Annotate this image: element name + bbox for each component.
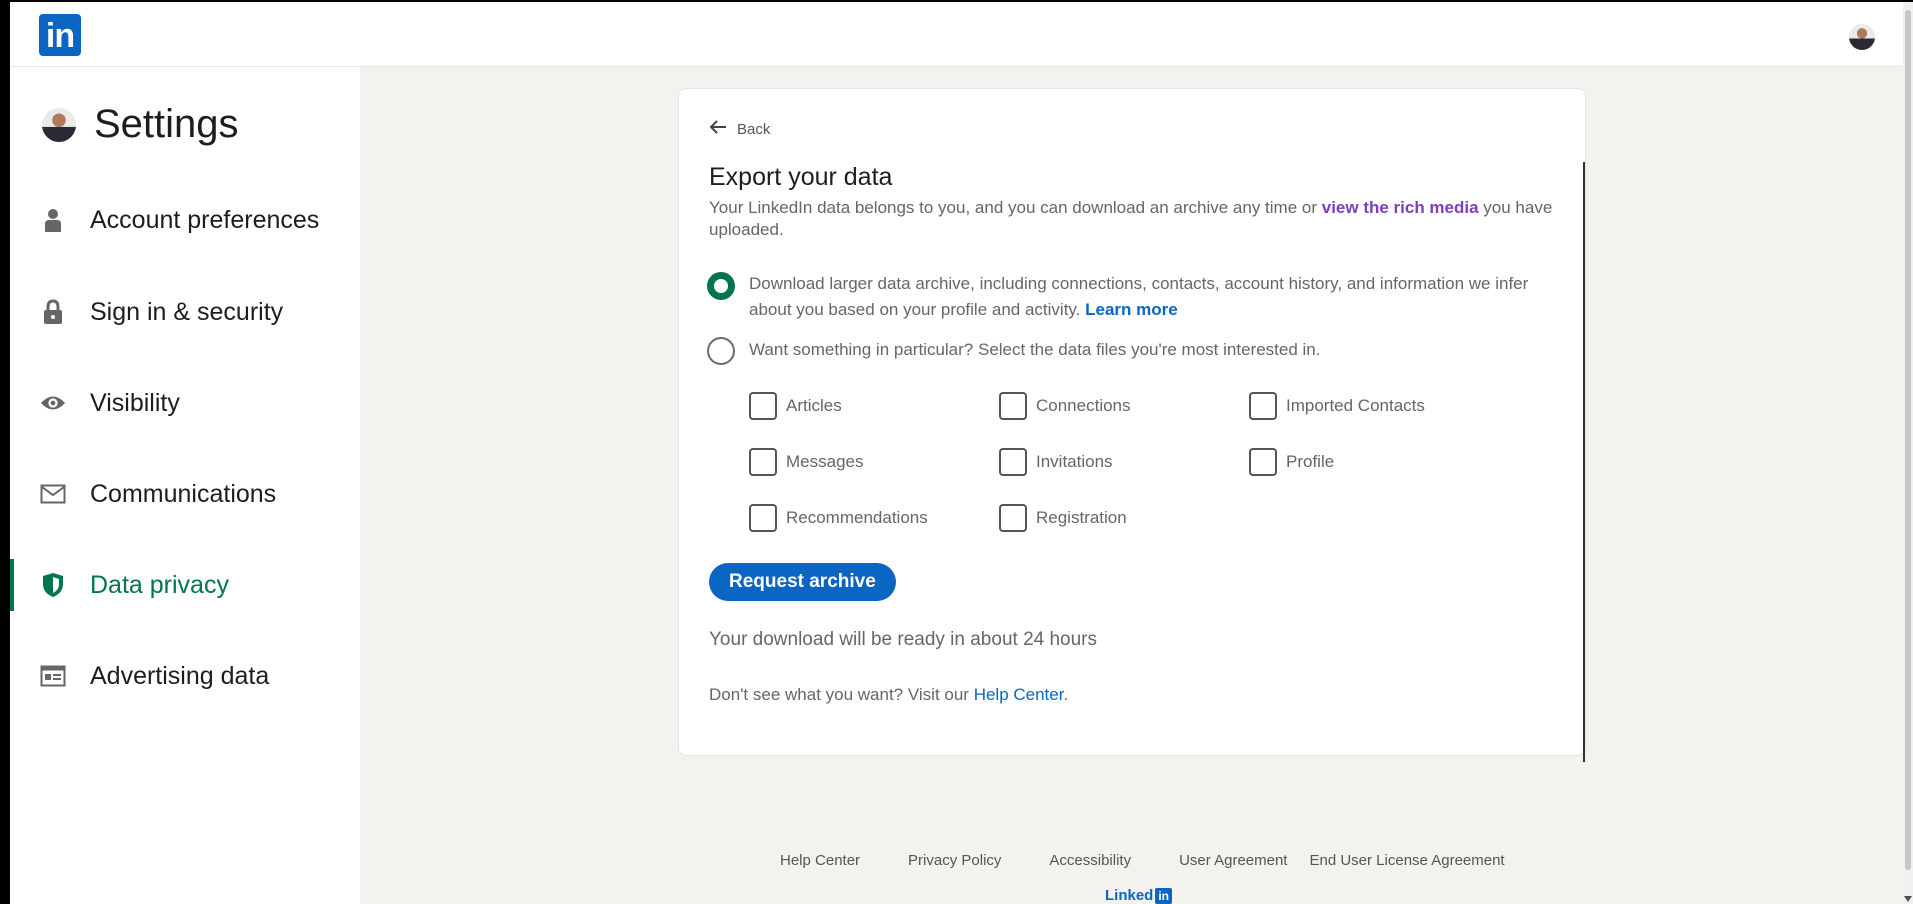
sidebar-item-label: Data privacy bbox=[90, 570, 229, 599]
card-divider bbox=[1583, 162, 1585, 762]
scrollbar-thumb[interactable] bbox=[1905, 10, 1911, 870]
checkbox-invitations[interactable]: Invitations bbox=[999, 448, 1113, 476]
checkbox-box[interactable] bbox=[999, 448, 1027, 476]
checkbox-recommendations[interactable]: Recommendations bbox=[749, 504, 928, 532]
checkbox-label: Profile bbox=[1286, 452, 1335, 471]
envelope-icon bbox=[40, 481, 66, 507]
footer-help-center-link[interactable]: Help Center bbox=[780, 852, 860, 869]
request-archive-button[interactable]: Request archive bbox=[709, 563, 896, 601]
top-navigation-bar: in bbox=[10, 2, 1903, 67]
footer-links: Help Center Privacy Policy Accessibility… bbox=[780, 852, 1553, 869]
page-scrollbar[interactable] bbox=[1903, 2, 1913, 904]
sidebar-item-label: Account preferences bbox=[90, 205, 320, 234]
intro-text-part: Your LinkedIn data belongs to you, and y… bbox=[709, 198, 1322, 217]
view-rich-media-link[interactable]: view the rich media bbox=[1322, 198, 1479, 217]
sidebar-item-label: Communications bbox=[90, 479, 277, 508]
checkbox-label: Articles bbox=[786, 396, 842, 415]
linkedin-logo-icon[interactable]: in bbox=[39, 14, 81, 56]
help-center-link[interactable]: Help Center bbox=[974, 685, 1064, 704]
checkbox-label: Imported Contacts bbox=[1286, 396, 1425, 415]
sidebar-item-sign-in-security[interactable]: Sign in & security bbox=[10, 282, 360, 342]
settings-title: Settings bbox=[94, 102, 239, 146]
download-ready-text: Your download will be ready in about 24 … bbox=[709, 629, 1098, 650]
larger-archive-label: Download larger data archive, including … bbox=[749, 271, 1559, 323]
checkbox-box[interactable] bbox=[749, 448, 777, 476]
footer-accessibility-link[interactable]: Accessibility bbox=[1049, 852, 1131, 869]
lock-icon bbox=[40, 299, 66, 325]
help-line-period: . bbox=[1063, 685, 1069, 704]
export-data-card: Back Export your data Your LinkedIn data… bbox=[678, 88, 1586, 756]
sidebar-item-label: Sign in & security bbox=[90, 297, 284, 326]
checkbox-label: Messages bbox=[786, 452, 864, 471]
person-icon bbox=[40, 207, 66, 233]
arrow-left-icon bbox=[709, 119, 727, 139]
particular-files-radio[interactable] bbox=[707, 337, 735, 365]
footer-brand-text: Linked bbox=[1105, 887, 1154, 904]
checkbox-box[interactable] bbox=[999, 504, 1027, 532]
larger-archive-radio[interactable] bbox=[707, 272, 735, 300]
footer-privacy-policy-link[interactable]: Privacy Policy bbox=[908, 852, 1001, 869]
checkbox-box[interactable] bbox=[1249, 392, 1277, 420]
checkbox-box[interactable] bbox=[749, 392, 777, 420]
checkbox-registration[interactable]: Registration bbox=[999, 504, 1127, 532]
help-line-text: Don't see what you want? Visit our bbox=[709, 685, 974, 704]
checkbox-profile[interactable]: Profile bbox=[1249, 448, 1334, 476]
learn-more-link[interactable]: Learn more bbox=[1085, 300, 1178, 319]
back-button[interactable]: Back bbox=[709, 119, 770, 139]
checkbox-label: Recommendations bbox=[786, 508, 928, 527]
checkbox-box[interactable] bbox=[749, 504, 777, 532]
particular-files-label: Want something in particular? Select the… bbox=[749, 340, 1321, 359]
checkbox-label: Invitations bbox=[1036, 452, 1113, 471]
checkbox-label: Connections bbox=[1036, 396, 1131, 415]
sidebar-item-visibility[interactable]: Visibility bbox=[10, 373, 360, 433]
checkbox-connections[interactable]: Connections bbox=[999, 392, 1131, 420]
footer-eula-link[interactable]: End User License Agreement bbox=[1309, 852, 1504, 869]
sidebar-item-label: Visibility bbox=[90, 388, 180, 417]
sidebar-item-label: Advertising data bbox=[90, 661, 270, 690]
checkbox-imported-contacts[interactable]: Imported Contacts bbox=[1249, 392, 1425, 420]
sidebar-item-account-preferences[interactable]: Account preferences bbox=[10, 190, 360, 250]
ad-icon bbox=[40, 663, 66, 689]
intro-text: Your LinkedIn data belongs to you, and y… bbox=[709, 197, 1559, 241]
checkbox-box[interactable] bbox=[999, 392, 1027, 420]
settings-avatar bbox=[42, 108, 76, 142]
checkbox-box[interactable] bbox=[1249, 448, 1277, 476]
back-label: Back bbox=[737, 120, 771, 138]
footer-linkedin-logo: Linked in bbox=[1105, 887, 1173, 904]
footer-user-agreement-link[interactable]: User Agreement bbox=[1179, 852, 1287, 869]
help-line: Don't see what you want? Visit our Help … bbox=[709, 685, 1068, 705]
eye-icon bbox=[40, 390, 66, 416]
checkbox-messages[interactable]: Messages bbox=[749, 448, 863, 476]
shield-icon bbox=[40, 572, 66, 598]
scroll-down-icon[interactable] bbox=[1904, 896, 1912, 902]
checkbox-articles[interactable]: Articles bbox=[749, 392, 842, 420]
checkbox-label: Registration bbox=[1036, 508, 1127, 527]
page-title: Export your data bbox=[709, 163, 893, 191]
sidebar-item-communications[interactable]: Communications bbox=[10, 464, 360, 524]
profile-avatar-button[interactable] bbox=[1849, 24, 1875, 50]
sidebar-item-advertising-data[interactable]: Advertising data bbox=[10, 646, 360, 706]
sidebar-item-data-privacy[interactable]: Data privacy bbox=[10, 555, 360, 615]
linkedin-app: in Settings Account preferences Sign in … bbox=[10, 2, 1903, 904]
footer-brand-box: in bbox=[1155, 887, 1173, 904]
